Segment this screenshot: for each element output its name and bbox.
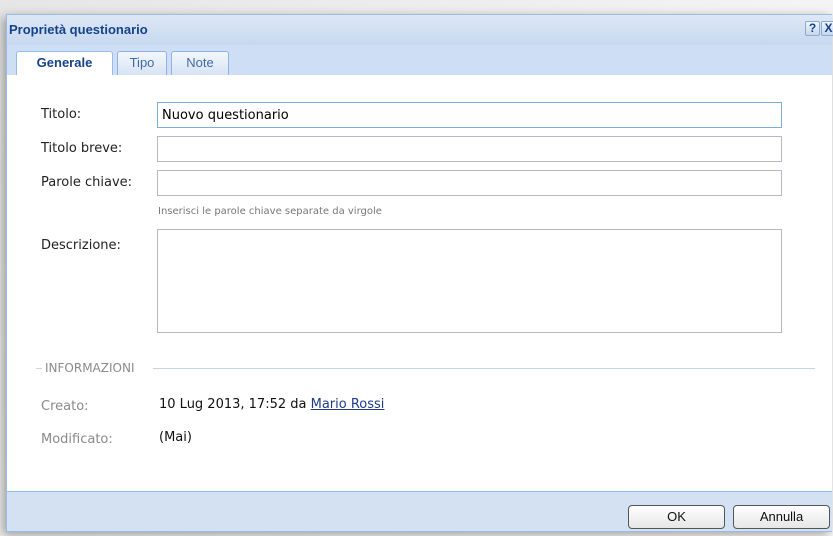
dialog-title: Proprietà questionario: [9, 22, 148, 37]
general-panel: Titolo: Titolo breve: Parole chiave: Ins…: [7, 75, 832, 492]
fieldset-divider-left: [36, 368, 42, 369]
description-label: Descrizione:: [41, 238, 121, 253]
short-title-input[interactable]: [157, 136, 782, 162]
close-icon[interactable]: X: [821, 21, 833, 36]
tab-strip: Generale Tipo Note: [7, 45, 832, 76]
info-legend: INFORMAZIONI: [45, 361, 135, 375]
tab-generale[interactable]: Generale: [16, 51, 113, 76]
keywords-label: Parole chiave:: [41, 175, 133, 190]
description-textarea[interactable]: [157, 229, 782, 333]
title-input[interactable]: [157, 102, 782, 128]
created-label: Creato:: [41, 399, 89, 414]
ok-button[interactable]: OK: [628, 505, 725, 529]
created-value: 10 Lug 2013, 17:52 da Mario Rossi: [159, 397, 384, 412]
tab-tipo[interactable]: Tipo: [117, 51, 167, 75]
short-title-label: Titolo breve:: [41, 141, 123, 156]
modified-label: Modificato:: [41, 432, 113, 447]
fieldset-divider: [153, 368, 815, 369]
created-by-link[interactable]: Mario Rossi: [311, 397, 385, 412]
cancel-button[interactable]: Annulla: [733, 505, 830, 529]
dialog-titlebar[interactable]: Proprietà questionario ? X: [7, 15, 833, 45]
dialog-window: Proprietà questionario ? X Generale Tipo…: [6, 14, 833, 532]
title-label: Titolo:: [41, 107, 82, 122]
keywords-input[interactable]: [157, 170, 782, 196]
created-date: 10 Lug 2013, 17:52 da: [159, 397, 307, 412]
keywords-hint: Inserisci le parole chiave separate da v…: [158, 206, 382, 217]
help-icon[interactable]: ?: [805, 21, 820, 36]
modified-value: (Mai): [159, 430, 192, 445]
tab-note[interactable]: Note: [171, 51, 229, 75]
